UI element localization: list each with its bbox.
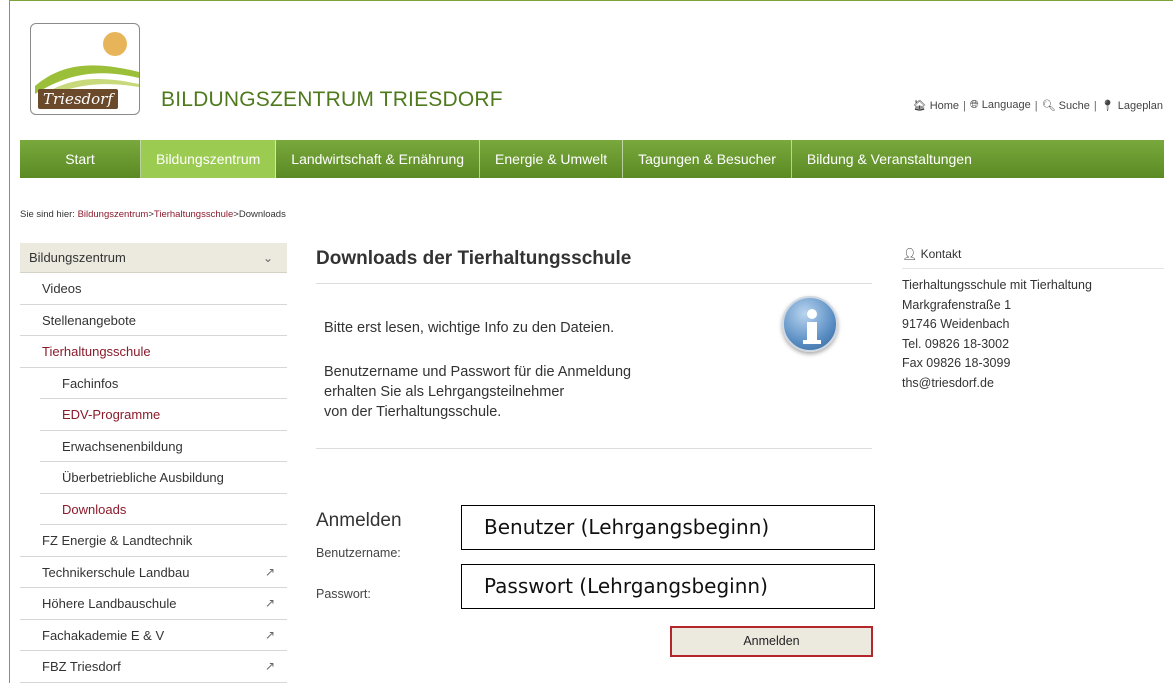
sidebar-item-label: Überbetriebliche Ausbildung — [62, 470, 224, 485]
sidebar-item-fbz-triesdorf[interactable]: FBZ Triesdorf ↗ — [20, 651, 287, 683]
util-lageplan-label: Lageplan — [1117, 100, 1163, 112]
sidebar-item-label: Videos — [42, 281, 82, 296]
sidebar-item-label: Tierhaltungsschule — [42, 344, 151, 359]
separator: | — [1034, 99, 1038, 112]
utility-links: 🏠︎ Home | 🌐︎ Language | 🔍︎ Suche | 📍︎ La… — [913, 99, 1163, 112]
sidebar-item-label: Downloads — [62, 501, 127, 517]
sidebar-item-label: EDV-Programme — [62, 407, 161, 422]
username-label: Benutzername: — [316, 546, 401, 560]
sidebar-item-fachinfos[interactable]: Fachinfos — [40, 368, 287, 399]
page-title: Downloads der Tierhaltungsschule — [316, 248, 632, 269]
info-link-text[interactable]: Bitte erst lesen, wichtige Info zu den D… — [324, 318, 614, 338]
sidebar-item-label: Technikerschule Landbau — [42, 564, 190, 580]
contact-email[interactable]: ths@triesdorf.de — [902, 374, 1092, 394]
sidebar-head[interactable]: Bildungszentrum ⌄ — [20, 243, 287, 273]
sidebar-item-videos[interactable]: Videos — [20, 273, 287, 305]
breadcrumb: Sie sind hier: Bildungszentrum>Tierhaltu… — [20, 209, 286, 220]
site-title[interactable]: BILDUNGSZENTRUM TRIESDORF — [161, 88, 503, 112]
contact-heading-label: Kontakt — [920, 247, 962, 261]
contact-line: 91746 Weidenbach — [902, 317, 1010, 331]
info-icon[interactable] — [782, 296, 838, 352]
login-button[interactable]: Anmelden — [670, 626, 873, 657]
sidebar-item-label: Höhere Landbauschule — [42, 596, 177, 611]
breadcrumb-current: Downloads — [238, 209, 286, 220]
sidebar-item-edv-programme[interactable]: EDV-Programme — [40, 399, 287, 431]
sidebar-item-höhere-landbauschule[interactable]: Höhere Landbauschule ↗ — [20, 588, 287, 620]
sidebar-item-technikerschule-landbau[interactable]: Technikerschule Landbau ↗ — [20, 557, 287, 588]
util-home-label: Home — [929, 100, 960, 112]
divider — [316, 448, 872, 449]
globe-icon: 🌐︎ — [969, 99, 979, 111]
info-line: Benutzername und Passwort für die Anmeld… — [324, 364, 632, 380]
nav-start[interactable]: Start — [20, 140, 141, 178]
util-home[interactable]: 🏠︎ Home — [913, 99, 959, 112]
nav-bildung[interactable]: Bildung & Veranstaltungen — [792, 140, 987, 178]
util-lageplan[interactable]: 📍︎ Lageplan — [1101, 99, 1163, 112]
sidebar-item-überbetriebliche-ausbildung[interactable]: Überbetriebliche Ausbildung — [40, 462, 287, 494]
contact-address: Tierhaltungsschule mit Tierhaltung Markg… — [902, 276, 1092, 393]
sidebar: Bildungszentrum ⌄ Videos Stellenangebote T… — [20, 243, 287, 683]
nav-landwirtschaft[interactable]: Landwirtschaft & Ernährung — [276, 140, 481, 178]
chevron-down-icon: ⌄ — [262, 251, 273, 265]
separator: | — [1093, 99, 1097, 112]
info-line: erhalten Sie als Lehrgangsteilnehmer — [324, 384, 565, 400]
sidebar-item-label: Stellenangebote — [42, 312, 136, 328]
divider — [316, 283, 872, 284]
sidebar-item-label: Fachakademie E & V — [42, 627, 165, 643]
home-icon: 🏠︎ — [912, 100, 927, 112]
breadcrumb-prefix: Sie sind hier: — [20, 209, 75, 220]
info-paragraph: Benutzername und Passwort für die Anmeld… — [324, 362, 631, 422]
login-heading: Anmelden — [316, 510, 402, 531]
map-marker-icon: 📍︎ — [1100, 100, 1115, 112]
breadcrumb-link[interactable]: Bildungszentrum — [78, 209, 149, 220]
sidebar-head-label: Bildungszentrum — [29, 250, 126, 265]
contact-heading: 👤︎ Kontakt — [902, 247, 961, 261]
divider — [902, 268, 1164, 269]
sidebar-item-label: FZ Energie & Landtechnik — [42, 533, 193, 548]
util-search-label: Suche — [1058, 100, 1090, 112]
sidebar-list: Videos Stellenangebote Tierhaltungsschule F… — [20, 273, 287, 683]
user-icon: 👤︎ — [902, 247, 918, 261]
search-icon: 🔍︎ — [1041, 100, 1056, 112]
separator: | — [963, 99, 966, 112]
external-link-icon: ↗ — [264, 596, 275, 610]
triesdorf-logo[interactable]: Triesdorf — [30, 23, 140, 115]
info-line: von der Tierhaltungsschule. — [324, 404, 502, 420]
main-nav: Start Bildungszentrum Landwirtschaft & E… — [20, 140, 1164, 178]
sidebar-item-stellenangebote[interactable]: Stellenangebote — [20, 305, 287, 336]
contact-line: Tel. 09826 18-3002 — [902, 336, 1010, 351]
password-field[interactable]: Passwort (Lehrgangsbeginn) — [461, 564, 875, 609]
contact-line: Markgrafenstraße 1 — [902, 297, 1012, 312]
sidebar-item-label: Fachinfos — [62, 375, 119, 391]
sidebar-item-erwachsenenbildung[interactable]: Erwachsenenbildung — [40, 431, 287, 462]
sidebar-item-label: Erwachsenenbildung — [62, 438, 183, 454]
util-search[interactable]: 🔍︎ Suche — [1042, 99, 1090, 112]
logo-wordmark: Triesdorf — [38, 89, 118, 109]
username-field[interactable]: Benutzer (Lehrgangsbeginn) — [461, 505, 875, 550]
sidebar-item-label: FBZ Triesdorf — [42, 659, 121, 674]
sidebar-item-downloads[interactable]: Downloads — [40, 494, 287, 525]
sidebar-item-fz-energie-landtechnik[interactable]: FZ Energie & Landtechnik — [20, 525, 287, 557]
password-label: Passwort: — [316, 587, 371, 601]
contact-line: Tierhaltungsschule mit Tierhaltung — [902, 278, 1092, 292]
external-link-icon: ↗ — [264, 659, 275, 673]
nav-energie[interactable]: Energie & Umwelt — [480, 140, 624, 178]
sidebar-item-tierhaltungsschule[interactable]: Tierhaltungsschule — [20, 336, 287, 368]
nav-bildungszentrum[interactable]: Bildungszentrum — [141, 140, 277, 178]
contact-line: Fax 09826 18-3099 — [902, 356, 1011, 370]
sidebar-item-fachakademie-e-v[interactable]: Fachakademie E & V ↗ — [20, 620, 287, 651]
nav-tagungen[interactable]: Tagungen & Besucher — [623, 140, 792, 178]
external-link-icon: ↗ — [264, 627, 275, 642]
external-link-icon: ↗ — [264, 564, 275, 579]
util-language-label: Language — [981, 99, 1031, 111]
breadcrumb-link[interactable]: Tierhaltungsschule — [154, 209, 233, 220]
util-language[interactable]: 🌐︎ Language — [970, 99, 1031, 112]
